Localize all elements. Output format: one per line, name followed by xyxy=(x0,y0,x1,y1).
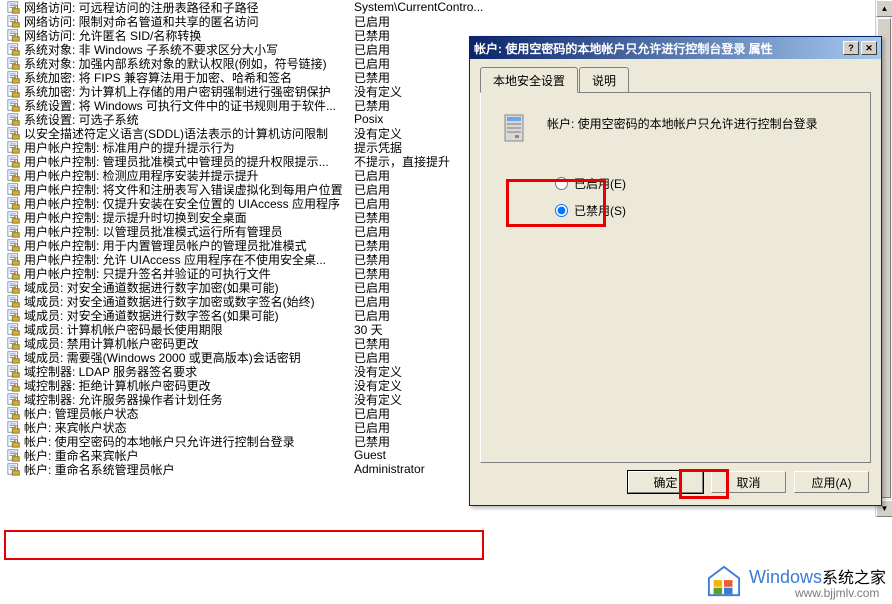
watermark-logo-icon xyxy=(705,565,743,599)
policy-icon xyxy=(6,28,22,42)
policy-header: 帐户: 使用空密码的本地帐户只允许进行控制台登录 xyxy=(501,111,850,145)
apply-button[interactable]: 应用(A) xyxy=(794,471,869,493)
policy-icon xyxy=(6,280,22,294)
policy-icon xyxy=(6,154,22,168)
policy-name-label: 帐户: 使用空密码的本地帐户只允许进行控制台登录 xyxy=(547,111,850,132)
scroll-up-arrow[interactable]: ▲ xyxy=(876,0,892,17)
help-button[interactable]: ? xyxy=(843,41,859,55)
watermark-brand: Windows系统之家 xyxy=(749,564,886,588)
policy-icon xyxy=(6,336,22,350)
policy-icon xyxy=(6,84,22,98)
policy-icon xyxy=(6,182,22,196)
policy-icon xyxy=(6,448,22,462)
server-icon xyxy=(501,113,533,145)
dialog-titlebar[interactable]: 帐户: 使用空密码的本地帐户只允许进行控制台登录 属性 ? ✕ xyxy=(470,37,881,59)
tab-content: 帐户: 使用空密码的本地帐户只允许进行控制台登录 已启用(E) 已禁用(S) xyxy=(480,93,871,463)
policy-icon xyxy=(6,0,22,14)
policy-icon xyxy=(6,350,22,364)
radio-enabled-label: 已启用(E) xyxy=(574,175,626,192)
radio-disabled-input[interactable] xyxy=(555,204,568,217)
watermark: Windows系统之家 www.bjjmlv.com xyxy=(705,564,886,600)
policy-icon xyxy=(6,252,22,266)
dialog-title: 帐户: 使用空密码的本地帐户只允许进行控制台登录 属性 xyxy=(474,40,841,57)
cancel-button[interactable]: 取消 xyxy=(711,471,786,493)
tab-local-security[interactable]: 本地安全设置 xyxy=(480,67,578,93)
policy-icon xyxy=(6,364,22,378)
close-button[interactable]: ✕ xyxy=(861,41,877,55)
policy-icon xyxy=(6,224,22,238)
dialog-button-bar: 确定 取消 应用(A) xyxy=(628,471,869,493)
policy-icon xyxy=(6,294,22,308)
watermark-url: www.bjjmlv.com xyxy=(795,586,886,600)
policy-icon xyxy=(6,322,22,336)
properties-dialog: 帐户: 使用空密码的本地帐户只允许进行控制台登录 属性 ? ✕ 本地安全设置 说… xyxy=(469,36,882,506)
dialog-body: 本地安全设置 说明 帐户: 使用空密码的本地帐户只允许进行控制台登录 xyxy=(470,59,881,471)
radio-enabled[interactable]: 已启用(E) xyxy=(555,175,850,192)
policy-icon xyxy=(6,462,22,476)
policy-icon xyxy=(6,126,22,140)
policy-icon xyxy=(6,378,22,392)
policy-icon xyxy=(6,98,22,112)
radio-group: 已启用(E) 已禁用(S) xyxy=(555,175,850,219)
radio-disabled[interactable]: 已禁用(S) xyxy=(555,202,850,219)
policy-icon xyxy=(6,266,22,280)
tab-strip: 本地安全设置 说明 xyxy=(480,67,871,93)
policy-icon xyxy=(6,308,22,322)
policy-icon xyxy=(6,434,22,448)
policy-icon xyxy=(6,406,22,420)
ok-button[interactable]: 确定 xyxy=(628,471,703,493)
policy-icon xyxy=(6,238,22,252)
policy-name: 帐户: 重命名系统管理员帐户 xyxy=(24,461,354,478)
policy-icon xyxy=(6,140,22,154)
policy-icon xyxy=(6,210,22,224)
policy-icon xyxy=(6,420,22,434)
radio-enabled-input[interactable] xyxy=(555,177,568,190)
policy-icon xyxy=(6,14,22,28)
policy-icon xyxy=(6,70,22,84)
policy-icon xyxy=(6,392,22,406)
policy-icon xyxy=(6,196,22,210)
policy-icon xyxy=(6,112,22,126)
tab-explain[interactable]: 说明 xyxy=(579,67,629,92)
policy-icon xyxy=(6,56,22,70)
policy-icon xyxy=(6,42,22,56)
policy-icon xyxy=(6,168,22,182)
radio-disabled-label: 已禁用(S) xyxy=(574,202,626,219)
